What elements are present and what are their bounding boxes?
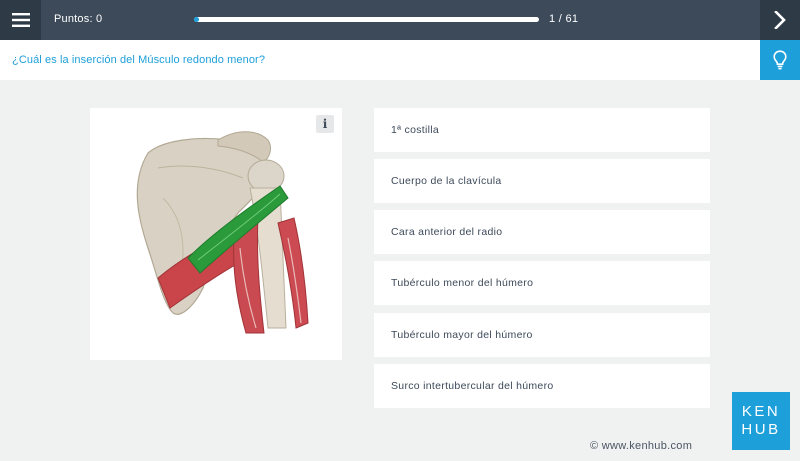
hint-button[interactable] [760, 40, 800, 80]
next-question-button[interactable] [760, 0, 800, 40]
answer-label: Surco intertubercular del húmero [391, 380, 554, 392]
chevron-right-icon [774, 11, 786, 29]
lightbulb-icon [773, 50, 787, 70]
score-label: Puntos: 0 [54, 13, 103, 25]
answer-label: Cuerpo de la clavícula [391, 175, 502, 187]
answer-option-5[interactable]: Tubérculo mayor del húmero [374, 313, 710, 357]
top-bar: Puntos: 0 1 / 61 [0, 0, 800, 40]
answer-option-4[interactable]: Tubérculo menor del húmero [374, 261, 710, 305]
hamburger-menu-icon [11, 13, 30, 27]
answer-option-2[interactable]: Cuerpo de la clavícula [374, 159, 710, 203]
logo-line-1: KEN [741, 403, 781, 420]
kenhub-logo[interactable]: KEN HUB [732, 392, 790, 450]
answer-option-1[interactable]: 1ª costilla [374, 108, 710, 152]
progress-count: 1 / 61 [549, 13, 579, 25]
answer-label: Tubérculo mayor del húmero [391, 329, 533, 341]
answer-option-3[interactable]: Cara anterior del radio [374, 210, 710, 254]
question-bar: ¿Cuál es la inserción del Músculo redond… [0, 40, 800, 80]
info-button[interactable]: i [316, 115, 334, 133]
copyright-text: © www.kenhub.com [590, 440, 693, 452]
menu-button[interactable] [0, 0, 41, 40]
answer-label: 1ª costilla [391, 124, 440, 136]
progress-bar [194, 17, 539, 22]
shoulder-anatomy-illustration [136, 131, 309, 334]
question-text: ¿Cuál es la inserción del Músculo redond… [12, 54, 266, 66]
anatomy-image-card: i [90, 108, 342, 360]
logo-line-2: HUB [741, 421, 781, 438]
progress-bar-fill [194, 17, 200, 22]
answer-option-6[interactable]: Surco intertubercular del húmero [374, 364, 710, 408]
answer-label: Tubérculo menor del húmero [391, 277, 534, 289]
answer-label: Cara anterior del radio [391, 226, 503, 238]
